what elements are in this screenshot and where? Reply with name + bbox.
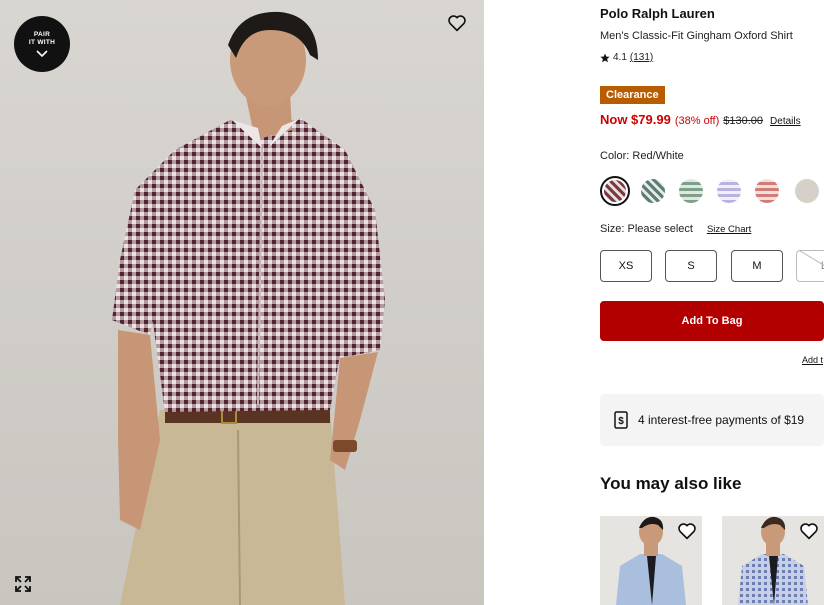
color-label: Color: Red/White xyxy=(600,150,684,162)
favorite-button[interactable] xyxy=(798,521,820,541)
installment-text: 4 interest-free payments of $19 xyxy=(638,413,805,427)
swatch-color xyxy=(604,180,626,202)
size-prompt: Size: Please select xyxy=(600,223,693,235)
product-info: Polo Ralph Lauren Men's Classic-Fit Ging… xyxy=(600,0,824,605)
swatch-red-white[interactable] xyxy=(600,176,630,206)
swatch-lavender-white[interactable] xyxy=(714,176,744,206)
size-l-button[interactable]: L xyxy=(796,250,824,282)
svg-text:$: $ xyxy=(618,416,624,427)
size-chart-link[interactable]: Size Chart xyxy=(707,224,751,235)
add-to-list-link[interactable]: Add t xyxy=(802,355,823,365)
original-price: $130.00 xyxy=(723,115,764,127)
swatch-color xyxy=(717,179,741,203)
rating[interactable]: 4.1 (131) xyxy=(600,52,653,63)
swatch-green-multi[interactable] xyxy=(638,176,668,206)
brand-name[interactable]: Polo Ralph Lauren xyxy=(600,6,715,21)
heart-icon xyxy=(448,15,466,32)
size-xs-button[interactable]: XS xyxy=(600,250,652,282)
swatch-color xyxy=(755,179,779,203)
clearance-badge: Clearance xyxy=(600,86,665,104)
price-details-link[interactable]: Details xyxy=(770,116,801,127)
favorite-button[interactable] xyxy=(446,13,468,33)
sale-price: Now $79.99 xyxy=(600,112,671,127)
favorite-button[interactable] xyxy=(676,521,698,541)
discount-percent: (38% off) xyxy=(674,115,720,127)
pair-badge-line-2: IT WITH xyxy=(28,38,56,46)
expand-icon xyxy=(15,576,31,592)
dollar-card-icon: $ xyxy=(614,411,628,429)
heart-icon xyxy=(800,523,818,540)
recommendation-card[interactable] xyxy=(722,516,824,605)
color-swatches xyxy=(600,176,824,208)
product-photo xyxy=(112,11,385,605)
size-options: XS S M L xyxy=(600,250,824,282)
star-icon xyxy=(600,53,610,62)
unavailable-slash xyxy=(797,251,824,281)
swatch-color xyxy=(679,179,703,203)
pair-badge-line-1: PAIR xyxy=(33,30,51,38)
recommendation-card[interactable] xyxy=(600,516,702,605)
swatch-green-white[interactable] xyxy=(676,176,706,206)
recommendations-title: You may also like xyxy=(600,474,742,493)
heart-icon xyxy=(678,523,696,540)
size-m-button[interactable]: M xyxy=(731,250,783,282)
size-s-button[interactable]: S xyxy=(665,250,717,282)
add-to-bag-button[interactable]: Add To Bag xyxy=(600,301,824,341)
expand-image-button[interactable] xyxy=(14,575,32,593)
installment-banner[interactable]: $ 4 interest-free payments of $19 xyxy=(600,394,824,446)
rating-value: 4.1 xyxy=(613,52,627,63)
swatch-coral-white[interactable] xyxy=(752,176,782,206)
size-label: Size: Please select Size Chart xyxy=(600,223,751,235)
chevron-down-icon xyxy=(36,49,48,57)
swatch-color xyxy=(641,179,665,203)
product-name: Men's Classic-Fit Gingham Oxford Shirt xyxy=(600,30,793,42)
pair-it-with-button[interactable]: PAIR IT WITH xyxy=(14,16,70,72)
swatch-beige[interactable] xyxy=(792,176,822,206)
swatch-color xyxy=(795,179,819,203)
product-image[interactable]: PAIR IT WITH xyxy=(0,0,484,605)
review-count-link[interactable]: (131) xyxy=(630,52,653,63)
price: Now $79.99 (38% off) $130.00 Details xyxy=(600,112,801,127)
